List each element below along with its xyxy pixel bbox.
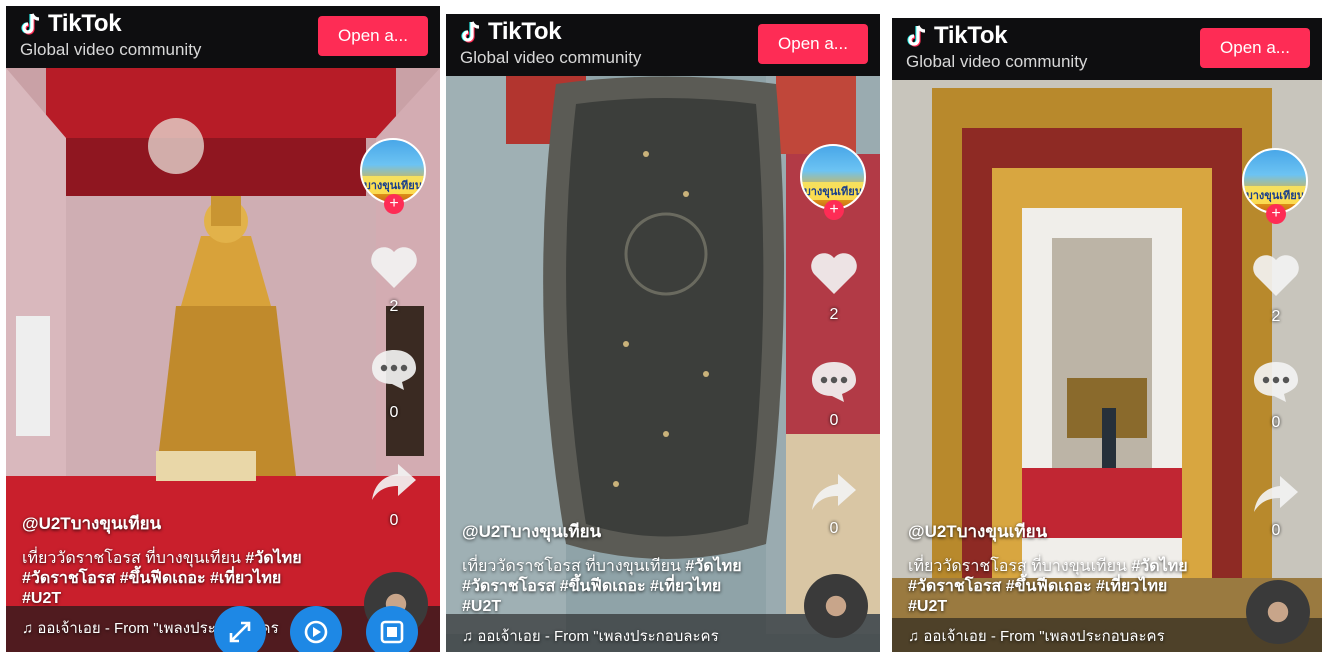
comment-count: 0 <box>829 412 839 429</box>
share-arrow-icon[interactable] <box>368 458 420 504</box>
comment-icon[interactable] <box>368 346 420 392</box>
brand-tagline: Global video community <box>906 52 1088 71</box>
caption-text: เที่ยววัดราชโอรส ที่บางขุนเทียน <box>462 558 686 575</box>
like-count: 2 <box>1271 308 1281 325</box>
hashtag-line-3[interactable]: #U2T <box>462 598 501 615</box>
avatar-label: บางขุนเทียน <box>802 182 864 200</box>
tiktok-header: TikTok Global video community Open a... <box>446 14 880 76</box>
music-disc[interactable] <box>804 574 868 638</box>
video-panel-1[interactable]: TikTok Global video community Open a... … <box>6 6 440 652</box>
follow-plus-button[interactable]: + <box>1266 204 1286 224</box>
video-meta: @U2Tบางขุนเทียน เที่ยววัดราชโอรส ที่บางข… <box>22 510 360 609</box>
like-count: 2 <box>829 306 839 323</box>
hashtag-line-2[interactable]: #วัดราชโอรส #ขึ้นฟีดเถอะ #เที่ยวไทย <box>908 578 1167 595</box>
stop-button[interactable] <box>366 606 418 652</box>
music-row[interactable]: ♫ ออเจ้าเอย - From "เพลงประกอบละคร <box>462 624 800 648</box>
like-count: 2 <box>389 298 399 315</box>
tiktok-logo-icon <box>461 21 480 43</box>
hashtag-line-3[interactable]: #U2T <box>908 598 947 615</box>
heart-icon[interactable] <box>368 244 420 290</box>
brand-name: TikTok <box>48 10 122 37</box>
stop-icon <box>380 620 404 644</box>
follow-plus-button[interactable]: + <box>384 194 404 214</box>
heart-icon[interactable] <box>808 250 860 296</box>
caption-text: เที่ยววัดราชโอรส ที่บางขุนเทียน <box>908 558 1132 575</box>
share-arrow-icon[interactable] <box>808 468 860 514</box>
comment-icon[interactable] <box>808 358 860 404</box>
follow-plus-button[interactable]: + <box>824 200 844 220</box>
share-arrow-icon[interactable] <box>1250 470 1302 516</box>
fullscreen-button[interactable] <box>214 606 266 652</box>
hashtag-line-2[interactable]: #วัดราชโอรส #ขึ้นฟีดเถอะ #เที่ยวไทย <box>462 578 721 595</box>
brand-tagline: Global video community <box>20 40 202 59</box>
comment-count: 0 <box>389 404 399 421</box>
open-app-button[interactable]: Open a... <box>758 24 868 64</box>
replay-button[interactable] <box>290 606 342 652</box>
video-panel-2[interactable]: TikTok Global video community Open a... … <box>446 14 880 652</box>
creator-username[interactable]: @U2Tบางขุนเทียน <box>908 518 1242 545</box>
tiktok-header: TikTok Global video community Open a... <box>892 18 1322 80</box>
brand-tagline: Global video community <box>460 48 642 67</box>
music-disc[interactable] <box>1246 580 1310 644</box>
heart-icon[interactable] <box>1250 252 1302 298</box>
creator-username[interactable]: @U2Tบางขุนเทียน <box>22 510 360 537</box>
music-note-icon: ♫ <box>908 628 920 645</box>
brand-logo[interactable]: TikTok <box>460 18 562 46</box>
avatar-label: บางขุนเทียน <box>362 176 424 194</box>
hashtag-line-1[interactable]: #วัดไทย <box>245 550 301 567</box>
video-meta: @U2Tบางขุนเทียน เที่ยววัดราชโอรส ที่บางข… <box>462 518 800 617</box>
comment-count: 0 <box>1271 414 1281 431</box>
brand-logo[interactable]: TikTok <box>20 10 122 38</box>
creator-username[interactable]: @U2Tบางขุนเทียน <box>462 518 800 545</box>
music-note-icon: ♫ <box>22 620 34 637</box>
expand-icon <box>229 621 251 643</box>
tiktok-logo-icon <box>21 13 40 35</box>
comment-icon[interactable] <box>1250 358 1302 404</box>
hashtag-line-3[interactable]: #U2T <box>22 590 61 607</box>
hashtag-line-2[interactable]: #วัดราชโอรส #ขึ้นฟีดเถอะ #เที่ยวไทย <box>22 570 281 587</box>
music-title: ออเจ้าเอย - From "เพลงประกอบละคร <box>923 628 1165 645</box>
video-meta: @U2Tบางขุนเทียน เที่ยววัดราชโอรส ที่บางข… <box>908 518 1242 617</box>
video-caption: เที่ยววัดราชโอรส ที่บางขุนเทียน #วัดไทย … <box>22 549 360 609</box>
video-caption: เที่ยววัดราชโอรส ที่บางขุนเทียน #วัดไทย … <box>908 557 1242 617</box>
tiktok-logo-icon <box>907 25 926 47</box>
avatar-label: บางขุนเทียน <box>1244 186 1306 204</box>
brand-name: TikTok <box>488 18 562 45</box>
share-count: 0 <box>1271 522 1281 539</box>
brand-name: TikTok <box>934 22 1008 49</box>
video-panel-3[interactable]: TikTok Global video community Open a... … <box>892 18 1322 652</box>
hashtag-line-1[interactable]: #วัดไทย <box>685 558 741 575</box>
music-note-icon: ♫ <box>462 628 474 645</box>
share-count: 0 <box>829 520 839 537</box>
music-title: ออเจ้าเอย - From "เพลงประกอบละคร <box>477 628 719 645</box>
music-row[interactable]: ♫ ออเจ้าเอย - From "เพลงประกอบละคร <box>908 624 1242 648</box>
brand-logo[interactable]: TikTok <box>906 22 1008 50</box>
tiktok-header: TikTok Global video community Open a... <box>6 6 440 68</box>
hashtag-line-1[interactable]: #วัดไทย <box>1131 558 1187 575</box>
caption-text: เที่ยววัดราชโอรส ที่บางขุนเทียน <box>22 550 246 567</box>
open-app-button[interactable]: Open a... <box>318 16 428 56</box>
replay-icon <box>304 620 328 644</box>
share-count: 0 <box>389 512 399 529</box>
open-app-button[interactable]: Open a... <box>1200 28 1310 68</box>
video-caption: เที่ยววัดราชโอรส ที่บางขุนเทียน #วัดไทย … <box>462 557 800 617</box>
